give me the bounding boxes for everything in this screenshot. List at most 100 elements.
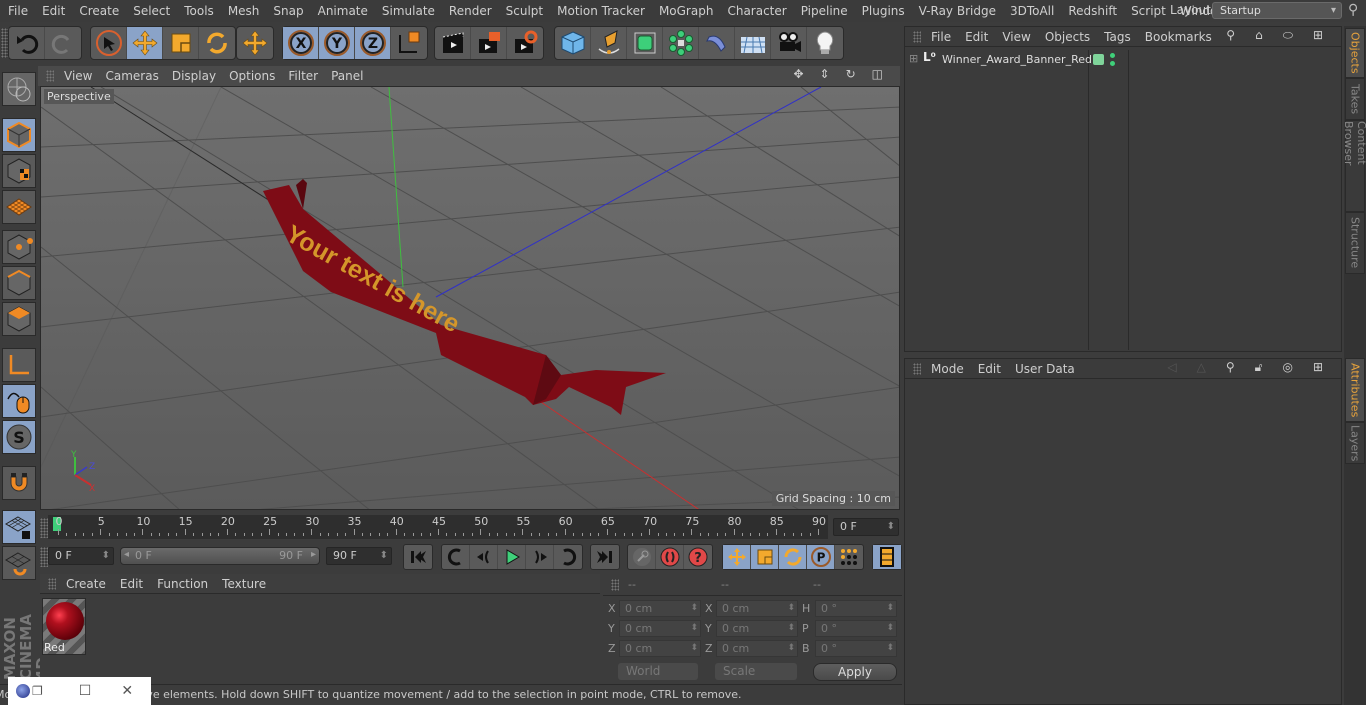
frame-range-slider[interactable]: ◂ 0 F 90 F ▸: [120, 547, 320, 565]
key-rotation-button[interactable]: [779, 545, 807, 569]
menu-motion-tracker[interactable]: Motion Tracker: [550, 4, 652, 18]
menu-character[interactable]: Character: [720, 4, 793, 18]
snap-button[interactable]: [2, 466, 36, 500]
prev-key-button[interactable]: [442, 545, 470, 569]
cube-button[interactable]: [555, 27, 591, 59]
menu-plugins[interactable]: Plugins: [855, 4, 912, 18]
pos-z-field[interactable]: 0 cm: [619, 640, 701, 657]
tab-layers[interactable]: Layers: [1345, 422, 1365, 464]
menu-redshift[interactable]: Redshift: [1061, 4, 1124, 18]
new-panel-icon[interactable]: ⊞: [1313, 28, 1323, 43]
range-left-arrow[interactable]: ◂: [124, 549, 129, 560]
object-menu-edit[interactable]: Edit: [965, 30, 988, 44]
pos-x-field[interactable]: 0 cm: [619, 600, 701, 617]
rot-b-field[interactable]: 0 °: [815, 640, 897, 657]
material-grip[interactable]: [48, 578, 56, 590]
material-swatch-red[interactable]: Red: [42, 598, 86, 655]
menu-vray-bridge[interactable]: V-Ray Bridge: [912, 4, 1003, 18]
menu-3dtoall[interactable]: 3DToAll: [1003, 4, 1061, 18]
menu-pipeline[interactable]: Pipeline: [794, 4, 855, 18]
material-menu-edit[interactable]: Edit: [120, 577, 143, 591]
model-mode-button[interactable]: [2, 118, 36, 152]
viewport-menu-panel[interactable]: Panel: [331, 69, 372, 83]
next-frame-button[interactable]: [526, 545, 554, 569]
material-menu-texture[interactable]: Texture: [222, 577, 266, 591]
object-name[interactable]: Winner_Award_Banner_Red: [942, 53, 1092, 66]
maximize-icon[interactable]: ☐: [79, 683, 92, 699]
banner-model[interactable]: Your text is here: [263, 179, 666, 415]
menu-create[interactable]: Create: [72, 4, 126, 18]
object-search-icon[interactable]: ⚲: [1226, 28, 1235, 43]
edge-mode-button[interactable]: [2, 266, 36, 300]
z-axis-button[interactable]: Z: [355, 27, 391, 59]
object-menu-view[interactable]: View: [1002, 30, 1030, 44]
next-key-button[interactable]: [554, 545, 582, 569]
prev-frame-button[interactable]: [470, 545, 498, 569]
subdivision-button[interactable]: [627, 27, 663, 59]
goto-end-button[interactable]: [591, 545, 619, 569]
menu-tools[interactable]: Tools: [177, 4, 221, 18]
timeline-window-button[interactable]: [873, 545, 901, 569]
menu-script[interactable]: Script: [1124, 4, 1173, 18]
polygon-mode-button[interactable]: [2, 302, 36, 336]
move-tool-button[interactable]: [127, 27, 163, 59]
key-scale-button[interactable]: [751, 545, 779, 569]
search-icon[interactable]: ⚲: [1348, 2, 1358, 18]
expand-icon[interactable]: ⊞: [909, 52, 918, 65]
object-row[interactable]: ⊞ L⁰ Winner_Award_Banner_Red: [905, 50, 1341, 70]
object-menu-objects[interactable]: Objects: [1045, 30, 1090, 44]
keyframe-selection-button[interactable]: [628, 545, 656, 569]
camera-button[interactable]: [771, 27, 807, 59]
menu-render[interactable]: Render: [442, 4, 499, 18]
autokey-button[interactable]: ?: [684, 545, 712, 569]
toggle-layout-icon[interactable]: ◫: [872, 67, 892, 81]
menu-select[interactable]: Select: [126, 4, 177, 18]
visibility-icon[interactable]: ⬭: [1283, 28, 1293, 43]
cloner-button[interactable]: [663, 27, 699, 59]
render-visibility-dot[interactable]: [1110, 61, 1115, 66]
attribute-menu-mode[interactable]: Mode: [931, 362, 964, 376]
scale-tool-button[interactable]: [163, 27, 199, 59]
coordinate-system-button[interactable]: [391, 27, 427, 59]
object-menu-bookmarks[interactable]: Bookmarks: [1145, 30, 1212, 44]
render-picture-viewer-button[interactable]: [471, 27, 507, 59]
menu-edit[interactable]: Edit: [35, 4, 72, 18]
menu-animate[interactable]: Animate: [311, 4, 375, 18]
render-settings-button[interactable]: [507, 27, 543, 59]
end-frame-field[interactable]: 90 F: [326, 547, 392, 565]
viewport-grip[interactable]: [46, 70, 54, 82]
pos-y-field[interactable]: 0 cm: [619, 620, 701, 637]
menu-snap[interactable]: Snap: [266, 4, 310, 18]
restore-icon[interactable]: ❐: [32, 684, 43, 698]
point-mode-button[interactable]: [2, 230, 36, 264]
attribute-search-icon[interactable]: ⚲: [1226, 360, 1235, 375]
size-x-field[interactable]: 0 cm: [716, 600, 798, 617]
rot-p-field[interactable]: 0 °: [815, 620, 897, 637]
tab-takes[interactable]: Takes: [1345, 78, 1365, 120]
lock-icon[interactable]: 🔓︎: [1255, 360, 1263, 375]
y-axis-button[interactable]: Y: [319, 27, 355, 59]
tweak-mode-button[interactable]: [2, 384, 36, 418]
key-position-button[interactable]: [723, 545, 751, 569]
goto-start-button[interactable]: [404, 545, 432, 569]
back-arrow-icon[interactable]: ◁: [1167, 360, 1176, 375]
menu-simulate[interactable]: Simulate: [375, 4, 442, 18]
object-grip[interactable]: [913, 31, 921, 43]
floor-button[interactable]: [735, 27, 771, 59]
range-right-arrow[interactable]: ▸: [311, 549, 316, 560]
viewport-menu-view[interactable]: View: [64, 69, 101, 83]
menu-sculpt[interactable]: Sculpt: [499, 4, 550, 18]
coordinates-grip[interactable]: [611, 579, 619, 591]
render-view-button[interactable]: [435, 27, 471, 59]
redo-button[interactable]: [45, 27, 81, 59]
rotate-tool-button[interactable]: [199, 27, 235, 59]
object-menu-tags[interactable]: Tags: [1104, 30, 1131, 44]
record-button[interactable]: [656, 545, 684, 569]
menu-file[interactable]: File: [0, 4, 35, 18]
apply-button[interactable]: Apply: [813, 663, 897, 681]
layout-select[interactable]: Startup: [1212, 2, 1342, 19]
workplane-mode-button[interactable]: [2, 190, 36, 224]
key-pla-button[interactable]: [835, 545, 863, 569]
editor-visibility-dot[interactable]: [1110, 53, 1115, 58]
solo-mode-button[interactable]: S: [2, 420, 36, 454]
